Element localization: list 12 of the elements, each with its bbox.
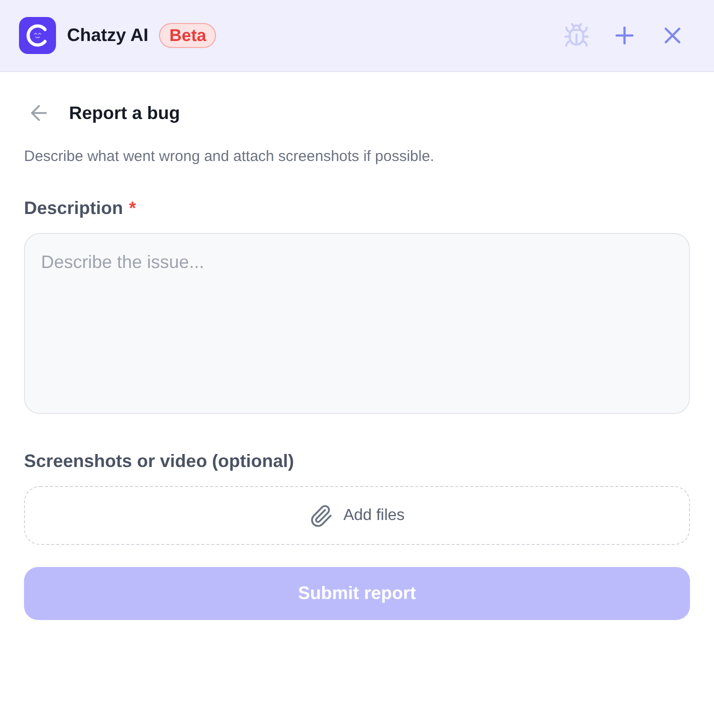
app-logo-icon [19,17,56,54]
field-label: Description [24,197,124,220]
app-title: Chatzy AI [67,24,148,47]
paperclip-icon [309,504,334,528]
page-title: Report a bug [69,102,180,125]
field-label: Screenshots or video (optional) [24,450,294,473]
beta-badge: Beta [159,23,216,48]
description-field[interactable]: Describe the issue... [24,233,690,414]
page-subtitle: Describe what went wrong and attach screenshots if possible. [24,147,436,167]
add-files-button[interactable]: Add files [24,486,690,545]
required-mark: * [129,197,136,220]
bug-icon [563,22,590,49]
